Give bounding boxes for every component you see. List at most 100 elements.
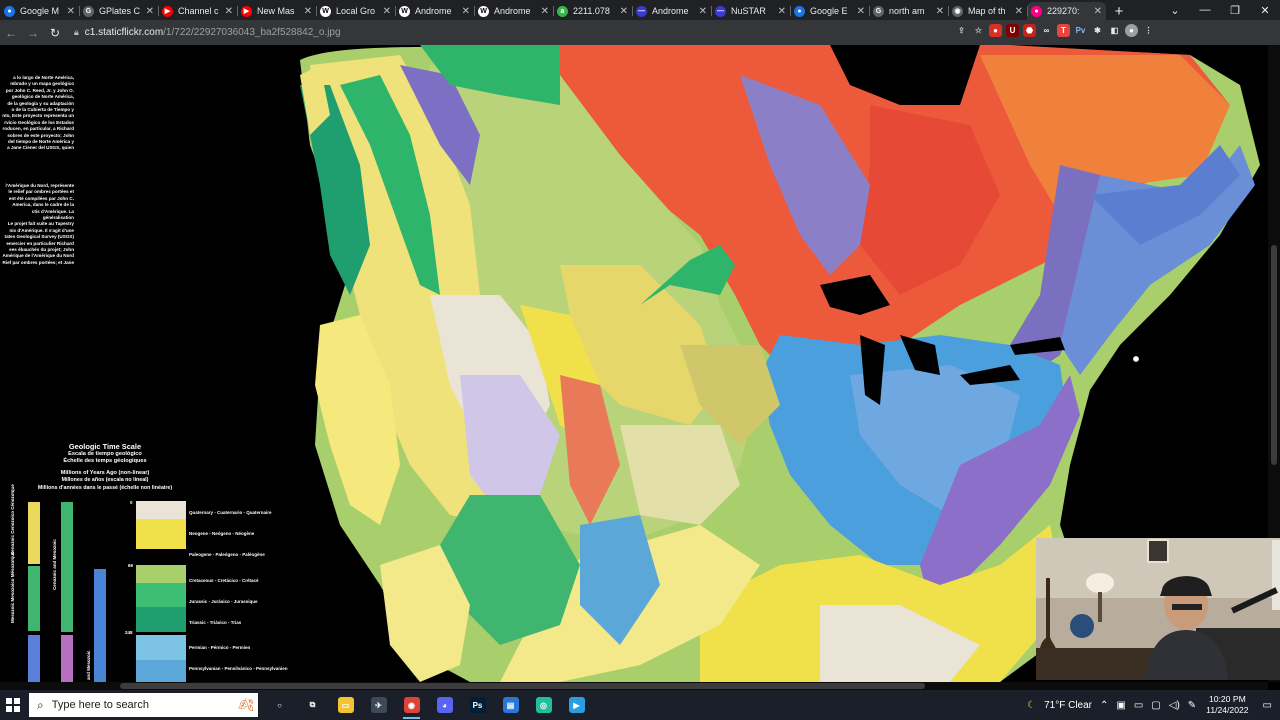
start-button[interactable] [0, 690, 26, 720]
tab-title: Google E [810, 6, 848, 16]
browser-tab[interactable]: ▶ New Mas ✕ [237, 2, 316, 20]
taskbar-app-button[interactable]: ▶ [560, 690, 593, 720]
minimize-button[interactable]: — [1190, 0, 1220, 20]
taskbar-search-box[interactable]: ⌕ Type here to search 🍂︎ [29, 693, 258, 717]
close-button[interactable]: ✕ [1250, 0, 1280, 20]
tab-close-icon[interactable]: ✕ [541, 6, 549, 17]
tray-network-icon[interactable]: ▭ [1134, 700, 1143, 711]
weather-text[interactable]: 71°F Clear [1044, 700, 1092, 711]
webcam-overlay [1036, 538, 1280, 680]
extension-ublock-icon[interactable]: U [1006, 24, 1019, 37]
legend-swatch-quaternary [136, 501, 186, 519]
browser-tab[interactable]: W Androme ✕ [474, 2, 553, 20]
browser-menu-icon[interactable]: ⋮ [1142, 24, 1155, 37]
taskbar-app-button[interactable]: Ps [461, 690, 494, 720]
task-view-icon: ⧉ [304, 697, 321, 713]
browser-tab[interactable]: a 2211.078 ✕ [553, 2, 632, 20]
taskbar-clock[interactable]: 10:20 PM 11/24/2022 [1206, 694, 1248, 716]
tab-close-icon[interactable]: ✕ [1094, 6, 1102, 17]
share-icon[interactable]: ⇪ [955, 24, 968, 37]
tray-app-icon[interactable]: ▣ [1116, 700, 1125, 711]
notifications-icon[interactable]: ▭ [1263, 700, 1272, 711]
lock-icon[interactable]: 🔒︎ [74, 27, 79, 38]
intro-line: tates Geological Survey (USGS) [4, 234, 74, 240]
browser-tab[interactable]: ▶ Channel c ✕ [158, 2, 237, 20]
tab-favicon-icon: ◉ [952, 5, 963, 17]
intro-line: Amérique de l'Amérique du Nord [2, 253, 74, 259]
browser-tab[interactable]: ● 229270: ✕ [1027, 2, 1106, 20]
tab-close-icon[interactable]: ✕ [699, 6, 707, 17]
tab-title: Androme [652, 6, 689, 16]
horizontal-scrollbar[interactable] [0, 682, 1268, 690]
file-explorer-icon: ▭ [337, 697, 354, 713]
tab-title: Androme [415, 6, 452, 16]
bookmark-star-icon[interactable]: ☆ [972, 24, 985, 37]
extension-glasses-icon[interactable]: ∞ [1040, 24, 1053, 37]
tray-meet-icon[interactable]: ▢ [1151, 700, 1160, 711]
legend-subtitle-es: Escala de tiempo geológico [68, 450, 142, 457]
tab-close-icon[interactable]: ✕ [225, 6, 233, 17]
extension-pv-icon[interactable]: Pv [1074, 24, 1087, 37]
tray-pen-icon[interactable]: ✎ [1188, 700, 1196, 711]
tab-close-icon[interactable]: ✕ [304, 6, 312, 17]
back-icon[interactable]: ← [0, 26, 22, 40]
tab-close-icon[interactable]: ✕ [620, 6, 628, 17]
tab-close-icon[interactable]: ✕ [67, 6, 75, 17]
tab-title: Local Gro [336, 6, 376, 16]
discord-icon: ◕ [436, 697, 453, 713]
browser-tab[interactable]: ● Google E ✕ [790, 2, 869, 20]
tab-close-icon[interactable]: ✕ [383, 6, 391, 17]
taskbar-app-button[interactable]: ◉ [395, 690, 428, 720]
vertical-scroll-thumb[interactable] [1271, 245, 1277, 465]
browser-tab[interactable]: Gnorth am ✕ [869, 2, 948, 20]
tab-close-icon[interactable]: ✕ [1015, 6, 1023, 17]
ma-mark-248: 248 [125, 630, 133, 635]
new-tab-button[interactable]: + [1106, 2, 1132, 20]
app-teal-icon: ◎ [535, 697, 552, 713]
intro-line: geológico de Norte América, [11, 94, 74, 100]
horizontal-scroll-thumb[interactable] [120, 683, 925, 689]
tab-close-icon[interactable]: ✕ [462, 6, 470, 17]
legend-col-purple [61, 635, 73, 682]
browser-tab[interactable]: ● Google M ✕ [0, 2, 79, 20]
taskbar-app-button[interactable]: ◕ [428, 690, 461, 720]
restore-button[interactable]: ❐ [1220, 0, 1250, 20]
sidepanel-icon[interactable]: ◧ [1108, 24, 1121, 37]
taskbar-app-button[interactable]: ▭ [329, 690, 362, 720]
tab-close-icon[interactable]: ✕ [857, 6, 865, 17]
legend-col-paleozoic [28, 635, 40, 682]
intro-line: nto, Este proyecto representa un [2, 113, 74, 119]
era-label-cretaceous: Cretaceous - Cretácico - Crétacé [189, 578, 259, 583]
volume-icon[interactable]: ◁) [1169, 700, 1180, 711]
address-bar[interactable]: 🔒︎ c1.staticflickr.com/1/722/22927036043… [70, 23, 960, 42]
browser-tab[interactable]: G GPlates C ✕ [79, 2, 158, 20]
reload-icon[interactable]: ↻ [44, 26, 66, 40]
forward-icon[interactable]: → [22, 26, 44, 40]
browser-tab[interactable]: — Androme ✕ [632, 2, 711, 20]
weather-moon-icon[interactable]: ☾ [1027, 700, 1036, 711]
browser-tab[interactable]: ◉ Map of th ✕ [948, 2, 1027, 20]
browser-tab[interactable]: W Local Gro ✕ [316, 2, 395, 20]
tab-close-icon[interactable]: ✕ [778, 6, 786, 17]
taskbar-app-button[interactable]: ✈ [362, 690, 395, 720]
clock-time: 10:20 PM [1208, 694, 1246, 704]
extension-tp-icon[interactable]: T [1057, 24, 1070, 37]
url-host: c1.staticflickr.com [84, 27, 164, 38]
tray-chevron-icon[interactable]: ⌃ [1100, 700, 1108, 711]
tab-close-icon[interactable]: ✕ [936, 6, 944, 17]
tab-favicon-icon: W [478, 5, 489, 17]
extension-stop-icon[interactable]: ⬣ [1023, 24, 1036, 37]
browser-tab[interactable]: W Androme ✕ [395, 2, 474, 20]
intro-line: Rief par ombres portées; et Jane [2, 259, 74, 265]
browser-tab-strip: ● Google M ✕ G GPlates C ✕ ▶ Channel c ✕ ▶ New Mas… [0, 0, 1280, 20]
taskbar-app-button[interactable]: ▤ [494, 690, 527, 720]
taskbar-app-button[interactable]: ◎ [527, 690, 560, 720]
taskbar-app-button[interactable]: ⧉ [296, 690, 329, 720]
extensions-puzzle-icon[interactable]: ✱ [1091, 24, 1104, 37]
browser-tab[interactable]: — NuSTAR ✕ [711, 2, 790, 20]
extension-red-icon[interactable]: ● [989, 24, 1002, 37]
tab-close-icon[interactable]: ✕ [146, 6, 154, 17]
taskbar-app-button[interactable]: ○ [263, 690, 296, 720]
tab-search-icon[interactable]: ⌄ [1160, 0, 1190, 20]
profile-avatar-icon[interactable]: ● [1125, 24, 1138, 37]
